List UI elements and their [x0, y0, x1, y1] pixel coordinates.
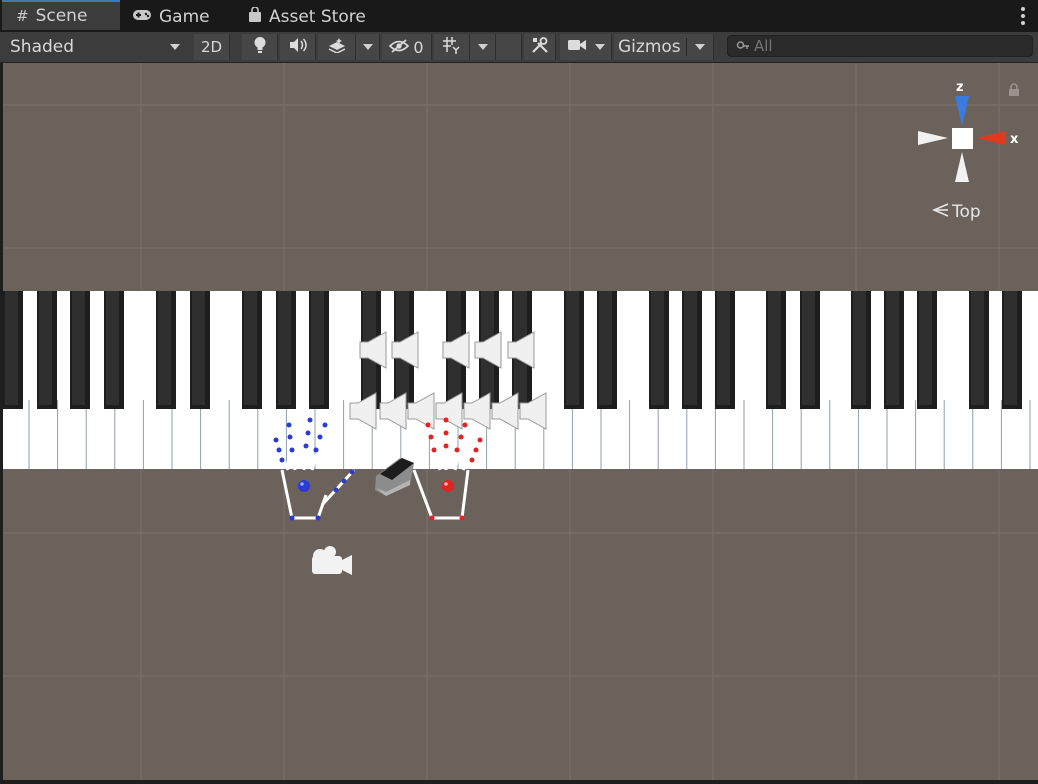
black-key: [851, 291, 871, 409]
speaker-icon: [288, 37, 308, 58]
black-key: [37, 291, 57, 409]
chevron-down-icon: [695, 44, 705, 50]
neg-x-axis-cone: [918, 131, 948, 145]
tab-bar: # Scene Game Asset Store: [0, 0, 1038, 32]
gizmos-dropdown[interactable]: Gizmos: [614, 34, 714, 60]
black-key: [564, 291, 584, 409]
shopping-bag-icon: [248, 6, 262, 27]
view-mode-text: Top: [952, 202, 981, 222]
grid-dropdown[interactable]: [470, 34, 496, 60]
lighting-toggle-button[interactable]: [242, 34, 278, 60]
tab-scene-label: Scene: [35, 6, 88, 26]
grid-toggle-button[interactable]: [434, 34, 470, 60]
effects-toggle-button[interactable]: [318, 34, 356, 60]
layers-effects-icon: [327, 37, 347, 58]
perspective-toggle-icon: [931, 202, 950, 222]
camera-gizmo: [312, 546, 352, 575]
grid-snap-icon: [442, 36, 462, 59]
wrench-icon: [531, 36, 549, 59]
black-key: [884, 291, 904, 409]
eye-slash-icon: [389, 38, 410, 57]
video-camera-icon: [567, 37, 587, 57]
axis-cones: z x: [918, 80, 1019, 182]
camera-settings-button[interactable]: [560, 34, 612, 60]
scene-view-window: # Scene Game Asset Store Shaded 2D 0 Giz…: [0, 0, 1038, 784]
tab-asset-store[interactable]: Asset Store: [248, 2, 366, 32]
audio-toggle-button[interactable]: [280, 34, 316, 60]
black-key: [597, 291, 617, 409]
search-icon: [736, 40, 750, 52]
black-key: [800, 291, 820, 409]
hidden-count: 0: [413, 37, 424, 57]
black-key: [70, 291, 90, 409]
axis-z-label: z: [956, 80, 964, 95]
effects-dropdown[interactable]: [356, 34, 380, 60]
search-input[interactable]: [750, 37, 1014, 55]
black-key: [242, 291, 262, 409]
hidden-objects-toggle[interactable]: 0: [382, 34, 432, 60]
2d-label: 2D: [200, 38, 223, 56]
black-key: [1002, 291, 1022, 409]
black-key: [715, 291, 735, 409]
z-axis-cone: [955, 96, 969, 126]
black-key: [190, 291, 210, 409]
tab-scene[interactable]: # Scene: [2, 0, 120, 30]
black-key: [104, 291, 124, 409]
tab-asset-store-label: Asset Store: [269, 7, 366, 27]
tools-toggle-button[interactable]: [524, 34, 556, 60]
black-key: [766, 291, 786, 409]
chevron-down-icon: [170, 44, 180, 50]
black-key: [917, 291, 937, 409]
black-key: [682, 291, 702, 409]
draw-mode-dropdown[interactable]: Shaded: [4, 34, 188, 60]
more-options-icon[interactable]: [1020, 7, 1026, 25]
x-axis-cone: [976, 131, 1006, 145]
chevron-down-icon: [362, 44, 373, 50]
tab-game-label: Game: [159, 7, 210, 27]
black-key: [309, 291, 329, 409]
neg-z-axis-cone: [955, 152, 969, 182]
black-key: [156, 291, 176, 409]
grid-hash-icon: #: [16, 7, 29, 25]
hierarchy-search[interactable]: [727, 35, 1033, 57]
chevron-down-icon: [594, 44, 605, 50]
black-key: [3, 291, 23, 409]
view-mode-label[interactable]: Top: [931, 202, 981, 222]
gizmos-label: Gizmos: [618, 37, 681, 57]
lightbulb-icon: [253, 36, 267, 59]
chevron-down-icon: [477, 44, 488, 50]
black-key: [649, 291, 669, 409]
scene-canvas: [3, 63, 1038, 780]
black-key: [969, 291, 989, 409]
gizmo-center-cube: [952, 128, 973, 149]
2d-toggle-button[interactable]: 2D: [194, 34, 230, 60]
axis-x-label: x: [1010, 132, 1019, 147]
tab-game[interactable]: Game: [132, 2, 210, 32]
gamepad-icon: [132, 8, 152, 26]
black-key: [276, 291, 296, 409]
toolbar-spacer: [496, 34, 522, 60]
scene-viewport[interactable]: [3, 63, 1038, 780]
draw-mode-label: Shaded: [10, 37, 75, 57]
